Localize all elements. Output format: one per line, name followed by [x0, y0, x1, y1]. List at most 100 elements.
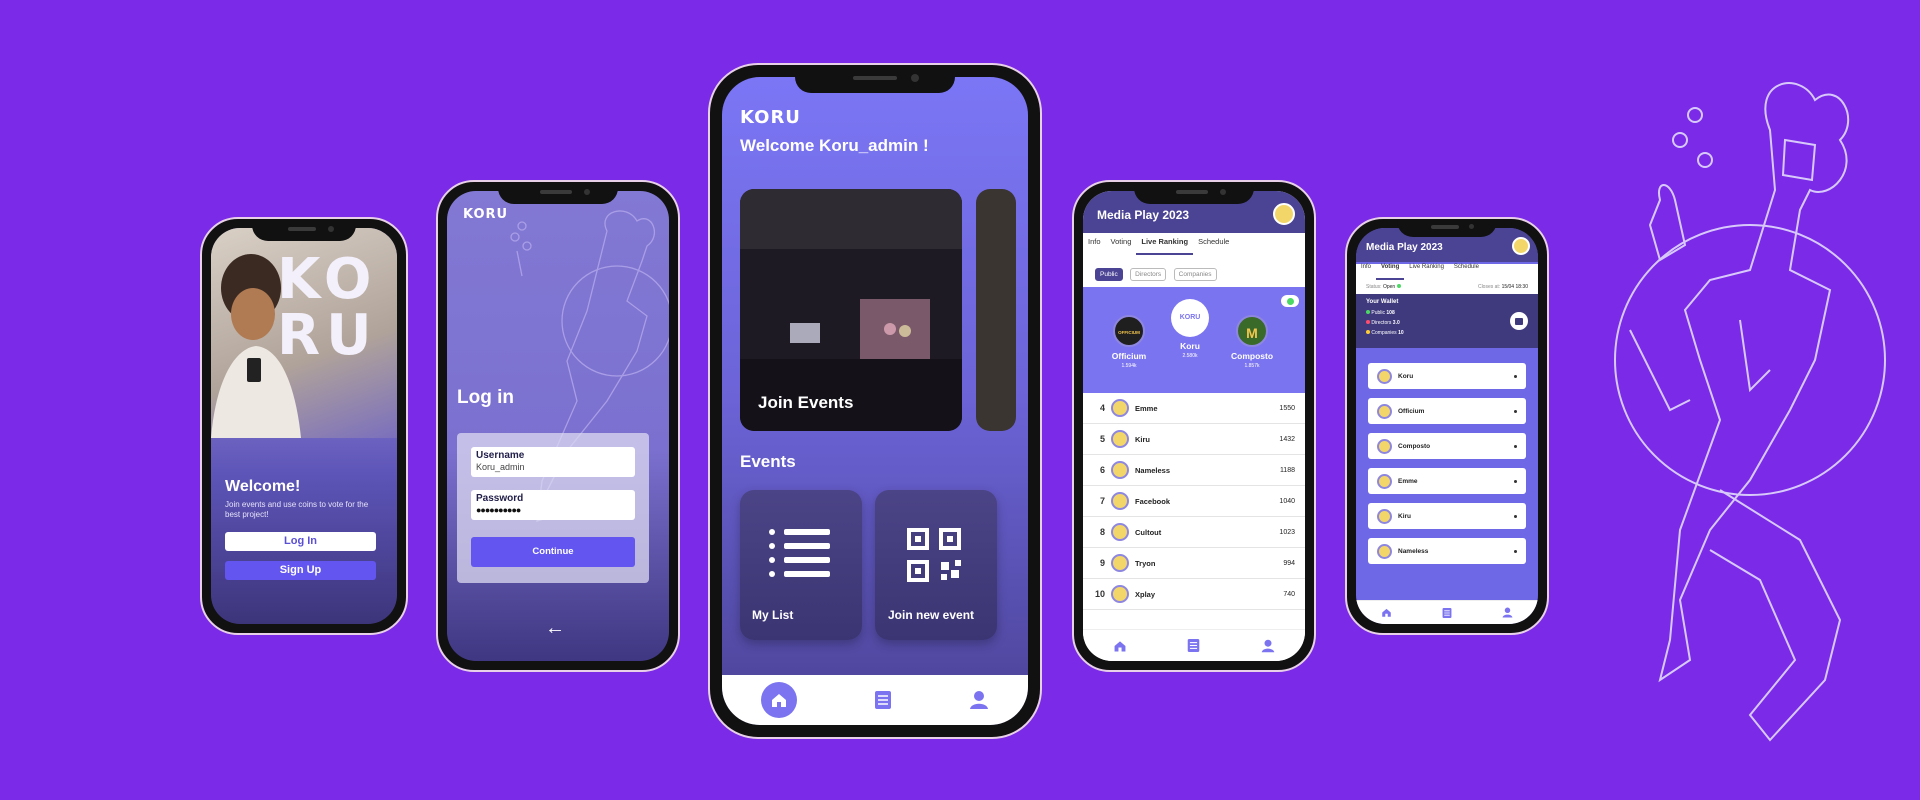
- username-field[interactable]: Username Koru_admin: [471, 447, 635, 477]
- user-icon[interactable]: [969, 690, 989, 710]
- rank-score: 1432: [1279, 435, 1295, 443]
- podium-name-3: Composto: [1230, 351, 1274, 361]
- event-logo-badge: [1512, 237, 1530, 255]
- user-icon[interactable]: [1261, 639, 1275, 653]
- podium-score-1: 2.580k: [1182, 353, 1198, 359]
- avatar: [1377, 368, 1392, 384]
- join-new-event-label: Join new event: [888, 608, 975, 622]
- tab-live-ranking[interactable]: Live Ranking: [1404, 264, 1449, 280]
- live-ranking-screen: Media Play 2023 Info Voting Live Ranking…: [1083, 191, 1305, 661]
- user-icon[interactable]: [1502, 607, 1513, 618]
- avatar: [1111, 554, 1129, 572]
- list-item[interactable]: Composto: [1368, 433, 1526, 459]
- tab-voting[interactable]: Voting: [1106, 237, 1137, 255]
- candidate-name: Kiru: [1398, 512, 1411, 520]
- rank-score: 994: [1283, 559, 1295, 567]
- rank-name: Nameless: [1135, 465, 1171, 475]
- status-label: Status:: [1366, 284, 1382, 290]
- avatar: [1111, 585, 1129, 603]
- bottom-tab-bar: [1356, 600, 1538, 624]
- wallet-panel: Your Wallet Public 108 Directors 3.0 Com…: [1356, 294, 1538, 348]
- podium-score-2: 1.594k: [1121, 363, 1137, 369]
- table-row[interactable]: 9 Tryon 994: [1083, 548, 1305, 579]
- tab-info[interactable]: Info: [1083, 237, 1106, 255]
- home-icon[interactable]: [1113, 639, 1127, 653]
- login-illustration: [510, 210, 669, 522]
- login-button[interactable]: Log In: [225, 532, 376, 551]
- chip-public[interactable]: Public: [1095, 268, 1123, 281]
- notch: [498, 182, 618, 204]
- home-tab[interactable]: [760, 682, 797, 718]
- list-item[interactable]: Nameless: [1368, 538, 1526, 564]
- candidate-name: Nameless: [1398, 547, 1429, 555]
- table-row[interactable]: 6 Nameless 1188: [1083, 455, 1305, 486]
- tab-voting[interactable]: Voting: [1376, 264, 1405, 280]
- welcome-screen: KO RU Welcome! Join events and use coins…: [211, 228, 397, 624]
- rank-name: Tryon: [1135, 558, 1156, 568]
- join-new-event-tile[interactable]: Join new event: [875, 490, 997, 640]
- koru-big-logo: KO RU: [277, 247, 378, 368]
- rank-score: 1023: [1279, 528, 1295, 536]
- wallet-dot-public: [1366, 310, 1370, 314]
- list-item[interactable]: Kiru: [1368, 503, 1526, 529]
- rank-number: 8: [1099, 527, 1105, 537]
- rank-number: 9: [1099, 558, 1105, 568]
- phone-voting: Media Play 2023 Info Voting Live Ranking…: [1345, 217, 1549, 635]
- rank-number: 4: [1099, 403, 1105, 413]
- avatar: [1111, 430, 1129, 448]
- podium-name-2: Officium: [1111, 351, 1147, 361]
- document-icon[interactable]: [874, 690, 892, 710]
- list-item[interactable]: Officium: [1368, 398, 1526, 424]
- wallet-dot-directors: [1366, 320, 1370, 324]
- table-row[interactable]: 4 Emme 1550: [1083, 393, 1305, 424]
- document-icon[interactable]: [1442, 607, 1452, 619]
- wallet-icon[interactable]: [1510, 312, 1528, 330]
- rank-score: 740: [1283, 590, 1295, 598]
- wallet-row: Companies 10: [1366, 328, 1528, 338]
- event-logo-badge: [1273, 203, 1295, 225]
- list-item[interactable]: Emme: [1368, 468, 1526, 494]
- event-tabs: Info Voting Live Ranking Schedule: [1356, 264, 1538, 280]
- dot-icon: [1514, 374, 1517, 378]
- home-icon[interactable]: [1381, 607, 1392, 618]
- tab-live-ranking[interactable]: Live Ranking: [1136, 237, 1194, 255]
- dot-icon: [1514, 514, 1517, 518]
- notch: [252, 219, 356, 241]
- document-icon[interactable]: [1187, 638, 1200, 653]
- voting-screen: Media Play 2023 Info Voting Live Ranking…: [1356, 228, 1538, 624]
- tab-schedule[interactable]: Schedule: [1449, 264, 1484, 280]
- koru-logo: KORU: [463, 207, 509, 222]
- closes-label: Closes at:: [1477, 284, 1501, 290]
- rank-name: Kiru: [1135, 434, 1150, 444]
- podium-score-3: 1.857k: [1244, 363, 1260, 369]
- wallet-label: Companies: [1371, 330, 1397, 336]
- chip-companies[interactable]: Companies: [1173, 268, 1217, 281]
- table-row[interactable]: 10 Xplay 740: [1083, 579, 1305, 610]
- tab-schedule[interactable]: Schedule: [1193, 237, 1234, 255]
- my-list-tile[interactable]: My List: [740, 490, 862, 640]
- chip-directors[interactable]: Directors: [1130, 268, 1167, 281]
- login-screen: KORU Log in Username Koru_admin Password…: [447, 191, 669, 661]
- rank-number: 5: [1099, 434, 1105, 444]
- podium-name-1: Koru: [1180, 341, 1200, 351]
- join-events-card[interactable]: Join Events: [740, 189, 962, 431]
- tab-info[interactable]: Info: [1356, 264, 1376, 280]
- table-row[interactable]: 5 Kiru 1432: [1083, 424, 1305, 455]
- list-item[interactable]: Koru: [1368, 363, 1526, 389]
- table-row[interactable]: 7 Facebook 1040: [1083, 486, 1305, 517]
- continue-button[interactable]: Continue: [471, 537, 635, 567]
- avatar: [1111, 523, 1129, 541]
- password-field[interactable]: Password ●●●●●●●●●●: [471, 490, 635, 520]
- podium-avatar-2: OFFICIUM: [1113, 315, 1145, 347]
- home-icon: [771, 694, 786, 707]
- avatar: [1377, 438, 1392, 454]
- signup-button[interactable]: Sign Up: [225, 561, 376, 580]
- avatar: [1377, 403, 1392, 419]
- avatar: [1377, 543, 1392, 559]
- home-screen: KORU Welcome Koru_admin ! Join Events Ev…: [722, 77, 1028, 725]
- password-value: ●●●●●●●●●●: [476, 505, 521, 515]
- table-row[interactable]: 8 Cultout 1023: [1083, 517, 1305, 548]
- phone-home: KORU Welcome Koru_admin ! Join Events Ev…: [708, 63, 1042, 739]
- candidate-name: Koru: [1398, 372, 1414, 380]
- back-arrow-icon[interactable]: ←: [545, 617, 565, 640]
